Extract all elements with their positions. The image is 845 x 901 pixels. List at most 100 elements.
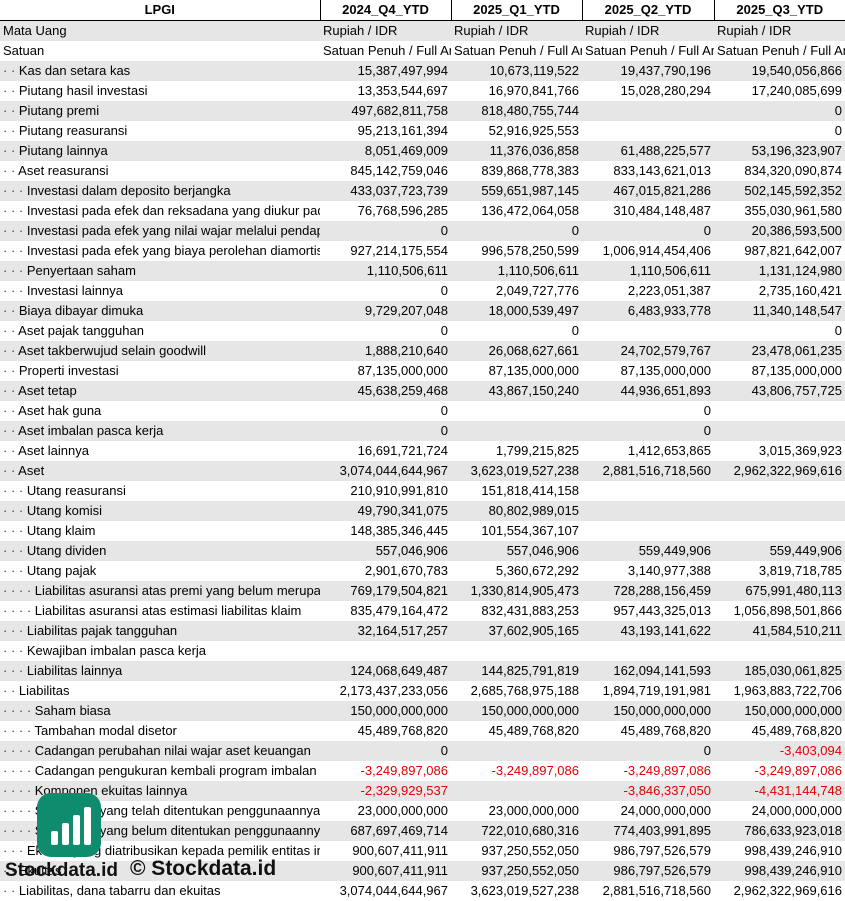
header-col[interactable]: 2025_Q3_YTD [714,0,845,21]
table-cell: 769,179,504,821 [320,581,451,601]
table-row: · · · Utang dividen 557,046,906 557,046,90… [0,541,845,561]
indent-dots: · · · [3,543,27,558]
row-label: · · · · Saham biasa [0,701,320,721]
table-cell: 0 [451,321,582,341]
table-cell: 0 [320,421,451,441]
row-label: · · · · Tambahan modal disetor [0,721,320,741]
table-cell: 45,489,768,820 [714,721,845,741]
table-cell: 0 [320,401,451,421]
table-cell: 23,000,000,000 [320,801,451,821]
row-label-text: Liabilitas asuransi atas premi yang belu… [34,583,320,598]
table-cell: 433,037,723,739 [320,181,451,201]
table-row: · · Kas dan setara kas 15,387,497,994 10,6… [0,61,845,81]
indent-dots: · · · [3,483,27,498]
table-row: · · Properti investasi 87,135,000,000 87,1… [0,361,845,381]
row-label-text: Investasi pada efek yang nilai wajar mel… [26,223,320,238]
table-cell: 9,729,207,048 [320,301,451,321]
table-cell: 2,901,670,783 [320,561,451,581]
table-row: · · Aset 3,074,044,644,967 3,623,019,527,2… [0,461,845,481]
table-cell: 18,000,539,497 [451,301,582,321]
row-label: · · Aset imbalan pasca kerja [0,421,320,441]
table-cell: 15,028,280,294 [582,81,714,101]
table-cell: 43,806,757,725 [714,381,845,401]
row-label-text: Liabilitas asuransi atas estimasi liabil… [34,603,302,618]
row-label: · · Biaya dibayar dimuka [0,301,320,321]
indent-dots: · · [3,463,19,478]
table-cell: 559,449,906 [714,541,845,561]
table-row: · · · Utang pajak 2,901,670,783 5,360,672,… [0,561,845,581]
table-cell [582,641,714,661]
row-label-text: Aset imbalan pasca kerja [18,423,164,438]
table-cell: 0 [582,401,714,421]
table-cell: 162,094,141,593 [582,661,714,681]
table-cell: 2,223,051,387 [582,281,714,301]
header-row: LPGI 2024_Q4_YTD 2025_Q1_YTD 2025_Q2_YTD… [0,0,845,21]
table-cell: 0 [451,221,582,241]
header-col[interactable]: 2024_Q4_YTD [320,0,452,21]
table-cell: 998,439,246,910 [714,841,845,861]
row-label: · · · Investasi lainnya [0,281,320,301]
table-cell: 87,135,000,000 [451,361,582,381]
table-cell: 151,818,414,158 [451,481,582,501]
row-label: · · Kas dan setara kas [0,61,320,81]
table-row: · · · Utang komisi 49,790,341,075 80,802,9… [0,501,845,521]
indent-dots: · · · [3,283,27,298]
row-label: · · · Utang pajak [0,561,320,581]
table-cell: 136,472,064,058 [451,201,582,221]
table-cell: 900,607,411,911 [320,861,451,881]
indent-dots: · · · [3,843,27,858]
row-label: · · · · Liabilitas asuransi atas premi y… [0,581,320,601]
row-label: · · · Penyertaan saham [0,261,320,281]
table-cell: 2,735,160,421 [714,281,845,301]
table-cell [714,641,845,661]
table-cell: 774,403,991,895 [582,821,714,841]
row-label: · · Aset reasuransi [0,161,320,181]
table-cell: Satuan Penuh / Full Amount [714,41,845,61]
row-label-text: Tambahan modal disetor [34,723,177,738]
table-row: Mata Uang Rupiah / IDR Rupiah / IDR Rupiah … [0,20,845,41]
table-row: · · · · Saldo laba yang belum ditentukan… [0,821,845,841]
table-cell [320,641,451,661]
table-cell: Rupiah / IDR [582,20,714,41]
row-label-text: Aset reasuransi [18,163,109,178]
row-label-text: Liabilitas pajak tangguhan [26,623,178,638]
table-cell: 10,673,119,522 [451,61,582,81]
indent-dots: · · [3,303,19,318]
table-cell: Satuan Penuh / Full Amount [320,41,451,61]
table-cell: -2,329,929,537 [320,781,451,801]
table-cell [582,481,714,501]
table-cell: 0 [320,221,451,241]
table-row: · · Aset reasuransi 845,142,759,046 839,86… [0,161,845,181]
indent-dots: · · · [3,183,27,198]
indent-dots: · · · · [3,783,35,798]
row-label: · · Aset pajak tangguhan [0,321,320,341]
table-row: · · · Kewajiban imbalan pasca kerja [0,641,845,661]
table-row: · · · Utang klaim 148,385,346,445 101,554,… [0,521,845,541]
indent-dots: · · [3,403,19,418]
header-col[interactable]: 2025_Q2_YTD [582,0,715,21]
indent-dots: · · · [3,523,27,538]
table-cell: 45,489,768,820 [451,721,582,741]
table-cell: 6,483,933,778 [582,301,714,321]
table-cell: 1,006,914,454,406 [582,241,714,261]
table-cell: 43,867,150,240 [451,381,582,401]
table-cell: 0 [320,281,451,301]
row-label-text: Piutang lainnya [18,143,108,158]
row-label: · · · Investasi pada efek dan reksadana … [0,201,320,221]
header-col[interactable]: 2025_Q1_YTD [451,0,583,21]
table-cell: 2,881,516,718,560 [582,881,714,901]
table-cell: 45,489,768,820 [320,721,451,741]
table-cell: 986,797,526,579 [582,861,714,881]
row-label-text: Utang reasuransi [26,483,126,498]
table-cell: 61,488,225,577 [582,141,714,161]
table-cell: 0 [582,421,714,441]
table-cell: 124,068,649,487 [320,661,451,681]
indent-dots: · · [3,103,19,118]
indent-dots: · · · · [3,703,35,718]
table-cell: 832,431,883,253 [451,601,582,621]
table-cell: 559,449,906 [582,541,714,561]
row-label: · · · · Liabilitas asuransi atas estimas… [0,601,320,621]
table-row: · · · · Cadangan pengukuran kembali prog… [0,761,845,781]
watermark-brand: Stockdata.id [5,860,118,881]
indent-dots: · · [3,683,19,698]
